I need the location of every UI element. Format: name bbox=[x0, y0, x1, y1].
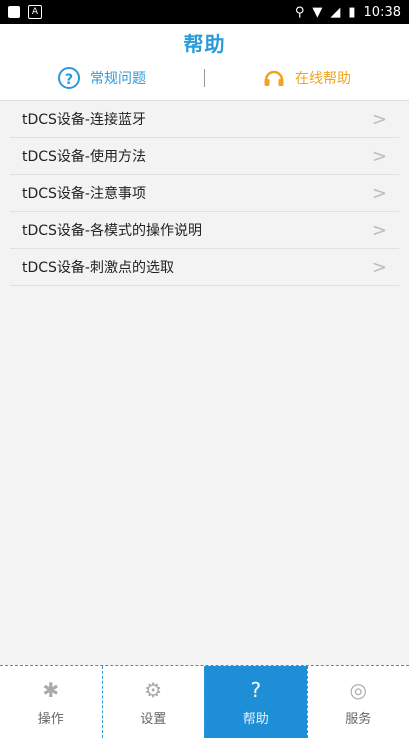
nav-settings[interactable]: ⚙ 设置 bbox=[102, 666, 205, 738]
list-item-label: tDCS设备-连接蓝牙 bbox=[22, 109, 146, 129]
wifi-icon: ▼ bbox=[312, 5, 322, 20]
list-item[interactable]: tDCS设备-连接蓝牙 > bbox=[10, 101, 399, 138]
gear-icon: ⚙ bbox=[144, 678, 162, 702]
list-item-label: tDCS设备-刺激点的选取 bbox=[22, 257, 174, 277]
tab-faq-label: 常规问题 bbox=[90, 68, 146, 88]
status-bar: A ⚲ ▼ ◢ ▮ 10:38 bbox=[0, 0, 409, 24]
nav-service-label: 服务 bbox=[345, 708, 371, 727]
nav-help[interactable]: ? 帮助 bbox=[204, 666, 307, 738]
bluetooth-icon: ✱ bbox=[42, 678, 59, 702]
chevron-right-icon: > bbox=[372, 109, 387, 130]
notification-square-icon bbox=[8, 6, 20, 18]
list-item-label: tDCS设备-使用方法 bbox=[22, 146, 146, 166]
service-icon: ◎ bbox=[350, 678, 367, 702]
chevron-right-icon: > bbox=[372, 183, 387, 204]
status-time: 10:38 bbox=[364, 5, 401, 20]
tab-faq[interactable]: ? 常规问题 bbox=[0, 67, 204, 89]
page-title: 帮助 bbox=[184, 28, 226, 57]
tab-online-help[interactable]: 在线帮助 bbox=[205, 68, 409, 88]
nav-service[interactable]: ◎ 服务 bbox=[307, 666, 409, 738]
app-a-icon: A bbox=[28, 5, 42, 19]
list-item[interactable]: tDCS设备-使用方法 > bbox=[10, 138, 399, 175]
list-item[interactable]: tDCS设备-刺激点的选取 > bbox=[10, 249, 399, 286]
nav-operation[interactable]: ✱ 操作 bbox=[0, 666, 102, 738]
question-icon: ? bbox=[58, 67, 80, 89]
nav-operation-label: 操作 bbox=[38, 708, 64, 727]
chevron-right-icon: > bbox=[372, 146, 387, 167]
location-icon: ⚲ bbox=[295, 5, 305, 20]
list-item-label: tDCS设备-注意事项 bbox=[22, 183, 146, 203]
list-item[interactable]: tDCS设备-各模式的操作说明 > bbox=[10, 212, 399, 249]
headphones-icon bbox=[263, 68, 285, 88]
list-item[interactable]: tDCS设备-注意事项 > bbox=[10, 175, 399, 212]
signal-icon: ◢ bbox=[330, 5, 340, 20]
bottom-navigation: ✱ 操作 ⚙ 设置 ? 帮助 ◎ 服务 bbox=[0, 665, 409, 738]
help-icon: ? bbox=[250, 678, 261, 702]
list-item-label: tDCS设备-各模式的操作说明 bbox=[22, 220, 202, 240]
faq-list: tDCS设备-连接蓝牙 > tDCS设备-使用方法 > tDCS设备-注意事项 … bbox=[10, 101, 399, 286]
tab-online-label: 在线帮助 bbox=[295, 68, 351, 88]
help-tabs: ? 常规问题 在线帮助 bbox=[0, 56, 409, 101]
top-header: 帮助 bbox=[0, 24, 409, 56]
nav-settings-label: 设置 bbox=[140, 708, 166, 727]
battery-icon: ▮ bbox=[348, 5, 355, 20]
nav-help-label: 帮助 bbox=[243, 708, 269, 727]
chevron-right-icon: > bbox=[372, 257, 387, 278]
chevron-right-icon: > bbox=[372, 220, 387, 241]
